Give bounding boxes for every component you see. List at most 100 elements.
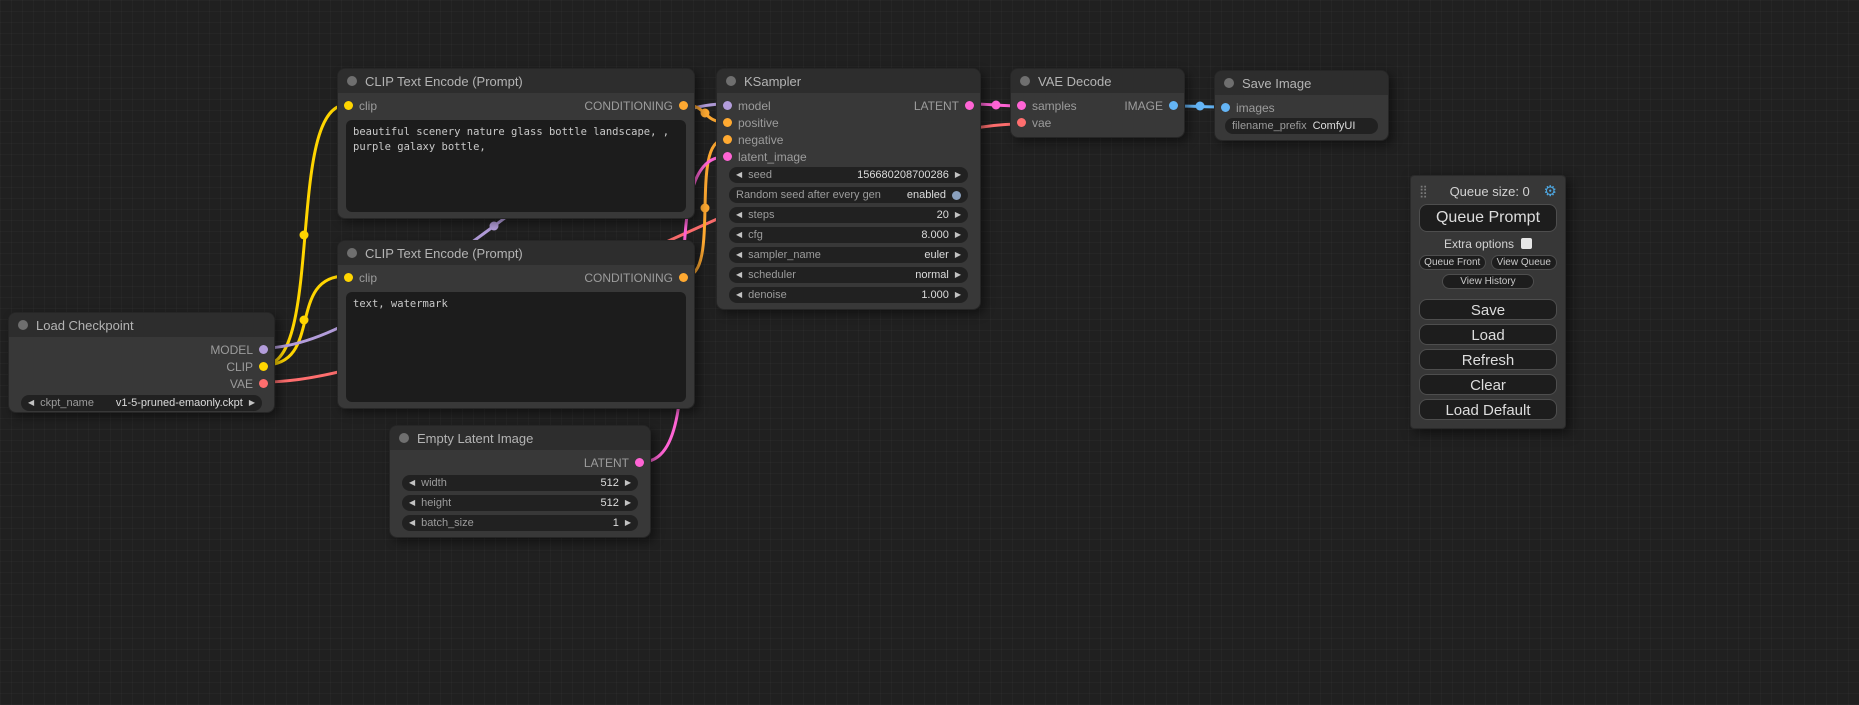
node-save-image[interactable]: Save Image images filename_prefix ComfyU… <box>1214 70 1389 141</box>
node-empty-latent-image[interactable]: Empty Latent Image LATENT ◀ width 512 ▶ … <box>389 425 651 538</box>
input-slot-positive[interactable]: positive <box>723 116 779 130</box>
node-clip-text-encode-positive[interactable]: CLIP Text Encode (Prompt) clip CONDITION… <box>337 68 695 219</box>
arrow-left-icon[interactable]: ◀ <box>736 211 742 219</box>
input-slot-clip[interactable]: clip <box>344 99 377 113</box>
widget-filename-prefix[interactable]: filename_prefix ComfyUI <box>1225 118 1378 134</box>
input-dot-clip[interactable] <box>344 101 353 110</box>
widget-sampler-name[interactable]: ◀ sampler_name euler ▶ <box>729 247 968 263</box>
input-slot-negative[interactable]: negative <box>723 133 783 147</box>
output-dot-latent[interactable] <box>635 458 644 467</box>
widget-height[interactable]: ◀ height 512 ▶ <box>402 495 638 511</box>
widget-width[interactable]: ◀ width 512 ▶ <box>402 475 638 491</box>
arrow-left-icon[interactable]: ◀ <box>409 519 415 527</box>
output-dot-conditioning[interactable] <box>679 273 688 282</box>
input-dot-negative[interactable] <box>723 135 732 144</box>
output-slot-conditioning[interactable]: CONDITIONING <box>584 99 688 113</box>
node-title-bar[interactable]: KSampler <box>717 69 980 93</box>
node-load-checkpoint[interactable]: Load Checkpoint MODEL CLIP VAE <box>8 312 275 413</box>
input-slot-images[interactable]: images <box>1221 101 1275 115</box>
output-slot-image[interactable]: IMAGE <box>1124 99 1178 113</box>
graph-canvas[interactable]: Load Checkpoint MODEL CLIP VAE <box>0 0 1859 705</box>
node-title-bar[interactable]: Load Checkpoint <box>9 313 274 337</box>
output-slot-latent[interactable]: LATENT <box>584 456 644 470</box>
extra-options-checkbox[interactable] <box>1521 238 1532 249</box>
output-dot-latent[interactable] <box>965 101 974 110</box>
arrow-right-icon[interactable]: ▶ <box>955 211 961 219</box>
arrow-right-icon[interactable]: ▶ <box>625 479 631 487</box>
output-slot-latent[interactable]: LATENT <box>914 99 974 113</box>
clear-button[interactable]: Clear <box>1419 374 1557 395</box>
node-title-bar[interactable]: CLIP Text Encode (Prompt) <box>338 241 694 265</box>
arrow-left-icon[interactable]: ◀ <box>736 231 742 239</box>
node-title-bar[interactable]: Save Image <box>1215 71 1388 95</box>
input-slot-clip[interactable]: clip <box>344 271 377 285</box>
arrow-right-icon[interactable]: ▶ <box>625 519 631 527</box>
save-button[interactable]: Save <box>1419 299 1557 320</box>
collapse-dot[interactable] <box>18 320 28 330</box>
queue-prompt-button[interactable]: Queue Prompt <box>1419 204 1557 232</box>
output-dot-model[interactable] <box>259 345 268 354</box>
input-dot-samples[interactable] <box>1017 101 1026 110</box>
input-dot-vae[interactable] <box>1017 118 1026 127</box>
input-slot-model[interactable]: model <box>723 99 771 113</box>
input-slot-latent-image[interactable]: latent_image <box>723 150 807 164</box>
collapse-dot[interactable] <box>347 248 357 258</box>
widget-cfg[interactable]: ◀ cfg 8.000 ▶ <box>729 227 968 243</box>
collapse-dot[interactable] <box>726 76 736 86</box>
queue-front-button[interactable]: Queue Front <box>1419 255 1486 270</box>
arrow-right-icon[interactable]: ▶ <box>625 499 631 507</box>
input-dot-images[interactable] <box>1221 103 1230 112</box>
view-history-button[interactable]: View History <box>1442 274 1534 289</box>
input-dot-latent-image[interactable] <box>723 152 732 161</box>
collapse-dot[interactable] <box>399 433 409 443</box>
arrow-right-icon[interactable]: ▶ <box>955 271 961 279</box>
widget-batch-size[interactable]: ◀ batch_size 1 ▶ <box>402 515 638 531</box>
widget-steps[interactable]: ◀ steps 20 ▶ <box>729 207 968 223</box>
menu-drag-handle-icon[interactable]: ⣿ <box>1419 184 1428 198</box>
output-dot-conditioning[interactable] <box>679 101 688 110</box>
input-dot-clip[interactable] <box>344 273 353 282</box>
output-slot-vae[interactable]: VAE <box>230 377 268 391</box>
collapse-dot[interactable] <box>347 76 357 86</box>
arrow-left-icon[interactable]: ◀ <box>409 479 415 487</box>
arrow-left-icon[interactable]: ◀ <box>409 499 415 507</box>
refresh-button[interactable]: Refresh <box>1419 349 1557 370</box>
output-dot-vae[interactable] <box>259 379 268 388</box>
widget-ckpt-name[interactable]: ◀ ckpt_name v1-5-pruned-emaonly.ckpt ▶ <box>21 395 262 411</box>
input-slot-samples[interactable]: samples <box>1017 99 1077 113</box>
view-queue-button[interactable]: View Queue <box>1491 255 1558 270</box>
arrow-right-icon[interactable]: ▶ <box>955 231 961 239</box>
arrow-left-icon[interactable]: ◀ <box>736 171 742 179</box>
collapse-dot[interactable] <box>1224 78 1234 88</box>
node-vae-decode[interactable]: VAE Decode samples IMAGE vae <box>1010 68 1185 138</box>
widget-scheduler[interactable]: ◀ scheduler normal ▶ <box>729 267 968 283</box>
arrow-right-icon[interactable]: ▶ <box>249 399 255 407</box>
input-dot-model[interactable] <box>723 101 732 110</box>
collapse-dot[interactable] <box>1020 76 1030 86</box>
load-default-button[interactable]: Load Default <box>1419 399 1557 420</box>
settings-gear-icon[interactable]: ⚙ <box>1544 184 1557 199</box>
output-dot-clip[interactable] <box>259 362 268 371</box>
arrow-left-icon[interactable]: ◀ <box>736 251 742 259</box>
queue-menu[interactable]: ⣿ Queue size: 0 ⚙ Queue Prompt Extra opt… <box>1410 175 1566 429</box>
output-slot-clip[interactable]: CLIP <box>226 360 268 374</box>
node-clip-text-encode-negative[interactable]: CLIP Text Encode (Prompt) clip CONDITION… <box>337 240 695 409</box>
load-button[interactable]: Load <box>1419 324 1557 345</box>
arrow-right-icon[interactable]: ▶ <box>955 171 961 179</box>
toggle-dot[interactable] <box>952 191 961 200</box>
arrow-left-icon[interactable]: ◀ <box>736 291 742 299</box>
output-slot-conditioning[interactable]: CONDITIONING <box>584 271 688 285</box>
node-title-bar[interactable]: CLIP Text Encode (Prompt) <box>338 69 694 93</box>
arrow-left-icon[interactable]: ◀ <box>28 399 34 407</box>
input-slot-vae[interactable]: vae <box>1017 116 1051 130</box>
node-ksampler[interactable]: KSampler model LATENT positive <box>716 68 981 310</box>
input-dot-positive[interactable] <box>723 118 732 127</box>
arrow-left-icon[interactable]: ◀ <box>736 271 742 279</box>
prompt-textarea[interactable]: text, watermark <box>346 292 686 402</box>
widget-control-after-generate[interactable]: Random seed after every gen enabled <box>729 187 968 203</box>
node-title-bar[interactable]: VAE Decode <box>1011 69 1184 93</box>
arrow-right-icon[interactable]: ▶ <box>955 251 961 259</box>
output-slot-model[interactable]: MODEL <box>210 343 268 357</box>
node-title-bar[interactable]: Empty Latent Image <box>390 426 650 450</box>
output-dot-image[interactable] <box>1169 101 1178 110</box>
